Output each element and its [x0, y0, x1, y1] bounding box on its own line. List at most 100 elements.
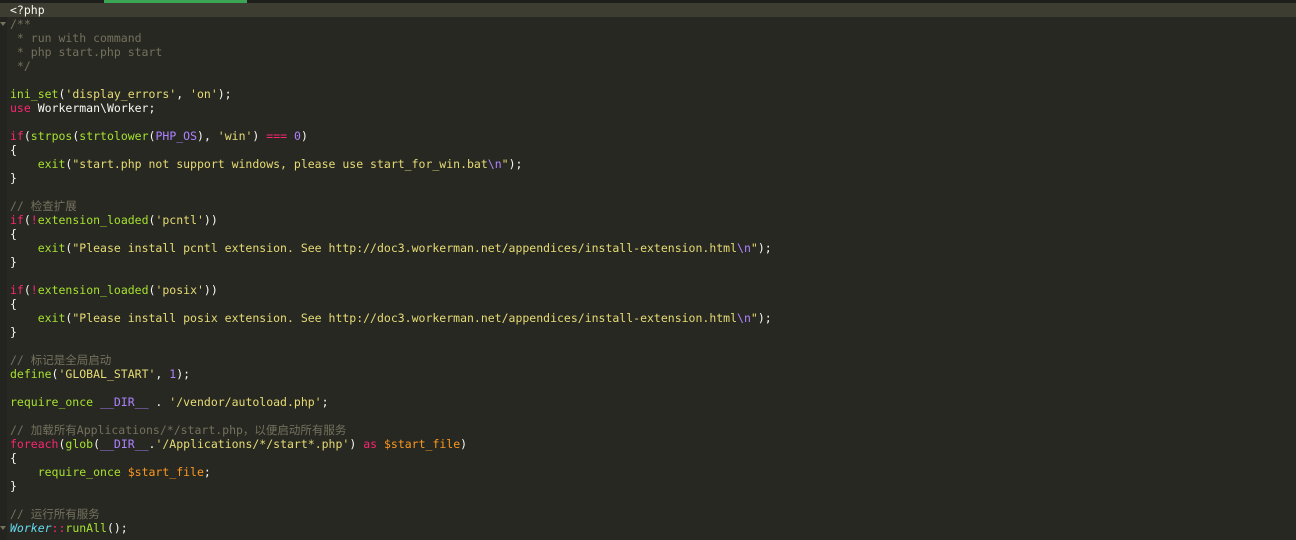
code-line[interactable]: define('GLOBAL_START', 1);: [10, 367, 1296, 381]
code-token: // 标记是全局启动: [10, 353, 112, 367]
code-token: ": [501, 157, 509, 171]
code-line[interactable]: if(strpos(strtolower(PHP_OS), 'win') ===…: [10, 129, 1296, 143]
code-token: }: [10, 325, 17, 339]
code-line[interactable]: {: [10, 297, 1296, 311]
code-token: strtolower: [79, 129, 149, 143]
code-area[interactable]: <?php/** * run with command * php start.…: [0, 3, 1296, 535]
code-line[interactable]: */: [10, 59, 1296, 73]
code-line[interactable]: }: [10, 255, 1296, 269]
code-token: $start_file: [383, 437, 461, 451]
code-token: // 检查扩展: [10, 199, 77, 213]
code-line[interactable]: * run with command: [10, 31, 1296, 45]
code-token: define: [10, 367, 52, 381]
code-token: Worker: [10, 521, 52, 535]
code-line[interactable]: if(!extension_loaded('pcntl')): [10, 213, 1296, 227]
code-token: );: [757, 311, 772, 325]
code-line[interactable]: // 标记是全局启动: [10, 353, 1296, 367]
code-line[interactable]: ini_set('display_errors', 'on');: [10, 87, 1296, 101]
code-line[interactable]: // 加载所有Applications/*/start.php，以便启动所有服务: [10, 423, 1296, 437]
code-token: ::: [51, 521, 66, 535]
code-line[interactable]: foreach(glob(__DIR__.'/Applications/*/st…: [10, 437, 1296, 451]
code-line[interactable]: // 运行所有服务: [10, 507, 1296, 521]
code-line[interactable]: use Workerman\Worker;: [10, 101, 1296, 115]
code-token: require_once: [10, 395, 94, 409]
code-token: }: [10, 255, 17, 269]
code-token: * run with command: [10, 31, 142, 45]
code-line[interactable]: {: [10, 451, 1296, 465]
code-line[interactable]: [10, 339, 1296, 353]
code-token: (: [23, 283, 31, 297]
fold-arrow-icon[interactable]: [0, 526, 6, 530]
code-token: ): [252, 129, 267, 143]
code-token: }: [10, 479, 17, 493]
code-token: );: [176, 367, 191, 381]
code-line[interactable]: }: [10, 171, 1296, 185]
code-line[interactable]: /**: [10, 17, 1296, 31]
code-token: 'GLOBAL_START': [58, 367, 156, 381]
code-token: \n: [737, 241, 751, 255]
code-token: 'posix': [155, 283, 204, 297]
code-token: ,: [155, 367, 170, 381]
code-token: __DIR__: [100, 437, 149, 451]
code-token: // 加载所有Applications/*/start.php，以便启动所有服务: [10, 423, 347, 437]
code-token: !: [30, 283, 38, 297]
code-token: ,: [176, 87, 191, 101]
code-token: ": [750, 311, 758, 325]
code-line[interactable]: exit("Please install pcntl extension. Se…: [10, 241, 1296, 255]
code-line[interactable]: [10, 73, 1296, 87]
code-token: 'on': [190, 87, 218, 101]
fold-arrow-icon[interactable]: [0, 22, 6, 26]
code-line[interactable]: if(!extension_loaded('posix')): [10, 283, 1296, 297]
code-token: Workerman\Worker;: [30, 101, 156, 115]
code-token: require_once: [37, 465, 121, 479]
code-token: (: [23, 129, 31, 143]
code-editor[interactable]: <?php/** * run with command * php start.…: [0, 0, 1296, 540]
code-token: exit: [37, 241, 66, 255]
code-token: }: [10, 171, 17, 185]
code-line[interactable]: [10, 381, 1296, 395]
code-token: ini_set: [10, 87, 59, 101]
code-token: 'win': [217, 129, 253, 143]
code-token: )): [203, 283, 218, 297]
code-line[interactable]: * php start.php start: [10, 45, 1296, 59]
code-line[interactable]: require_once __DIR__ . '/vendor/autoload…: [10, 395, 1296, 409]
code-line[interactable]: [10, 185, 1296, 199]
code-token: ): [460, 437, 468, 451]
code-token: )): [203, 213, 218, 227]
code-token: ): [300, 129, 308, 143]
code-line[interactable]: {: [10, 227, 1296, 241]
code-line[interactable]: }: [10, 325, 1296, 339]
code-line[interactable]: exit("Please install posix extension. Se…: [10, 311, 1296, 325]
code-token: /**: [10, 17, 31, 31]
editor-gutter: [0, 3, 7, 540]
code-token: // 运行所有服务: [10, 507, 100, 521]
code-token: "Please install pcntl extension. See htt…: [72, 241, 738, 255]
code-token: PHP_OS: [155, 129, 198, 143]
code-token: ): [349, 437, 364, 451]
code-line[interactable]: Worker::runAll();: [10, 521, 1296, 535]
code-token: as: [363, 437, 378, 451]
code-line[interactable]: }: [10, 479, 1296, 493]
code-line[interactable]: <?php: [0, 3, 1296, 17]
code-line[interactable]: // 检查扩展: [10, 199, 1296, 213]
code-token: strpos: [30, 129, 73, 143]
code-token: {: [10, 143, 17, 157]
code-token: );: [757, 241, 772, 255]
code-line[interactable]: [10, 409, 1296, 423]
code-token: <?php: [10, 3, 45, 17]
code-line[interactable]: require_once $start_file;: [10, 465, 1296, 479]
code-token: if: [10, 213, 24, 227]
code-line[interactable]: [10, 269, 1296, 283]
code-line[interactable]: [10, 493, 1296, 507]
code-token: exit: [37, 311, 66, 325]
code-line[interactable]: exit("start.php not support windows, ple…: [10, 157, 1296, 171]
code-line[interactable]: [10, 115, 1296, 129]
code-token: .: [148, 395, 170, 409]
code-line[interactable]: {: [10, 143, 1296, 157]
